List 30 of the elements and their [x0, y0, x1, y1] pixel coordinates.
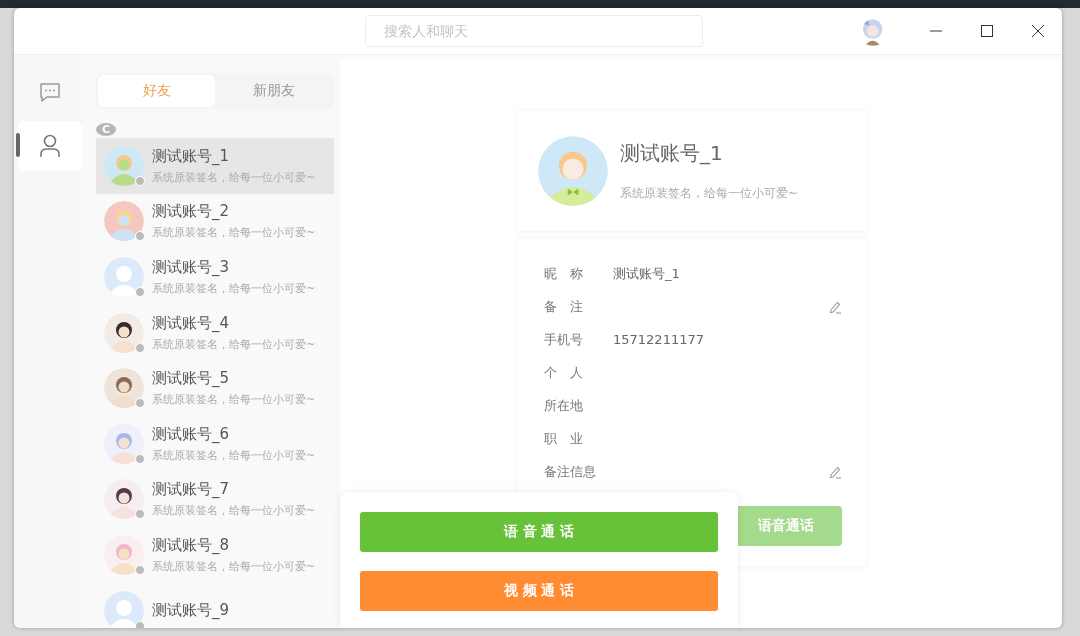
chat-icon: [39, 81, 61, 103]
contact-name: 测试账号_1: [152, 146, 231, 166]
field-value: 测试账号_1: [613, 264, 680, 283]
profile-signature: 系统原装签名，给每一位小可爱~: [620, 185, 799, 202]
close-icon: [1031, 25, 1044, 37]
field-label: 所在地: [544, 396, 584, 415]
contact-item[interactable]: 测试账号_9: [96, 582, 334, 628]
field-label: 备 注: [544, 297, 584, 316]
edit-icon[interactable]: [828, 299, 842, 314]
field-label: 备注信息: [544, 462, 597, 481]
contact-name: 测试账号_6: [152, 424, 231, 444]
field-label: 昵 称: [544, 264, 584, 283]
person-icon: [39, 134, 61, 158]
field-label: 职 业: [544, 429, 584, 448]
contact-name: 测试账号_5: [152, 369, 231, 389]
field-value: 15712211177: [613, 332, 704, 347]
profile-name: 测试账号_1: [620, 140, 724, 167]
contacts-nav-item[interactable]: [18, 121, 82, 171]
search-field[interactable]: 搜索人和聊天: [365, 15, 704, 47]
section-letter: C: [96, 123, 116, 136]
contact-name: 测试账号_2: [152, 202, 231, 222]
edit-icon[interactable]: [828, 464, 842, 479]
maximize-icon: [980, 25, 993, 37]
field-label: 个 人: [544, 363, 584, 382]
contact-name: 测试账号_4: [152, 313, 231, 333]
contact-name: 测试账号_8: [152, 535, 231, 555]
contact-name: 测试账号_7: [152, 480, 231, 500]
field-label: 手机号: [544, 330, 584, 349]
contact-name: 测试账号_9: [152, 601, 230, 621]
contact-name: 测试账号_3: [152, 258, 231, 277]
